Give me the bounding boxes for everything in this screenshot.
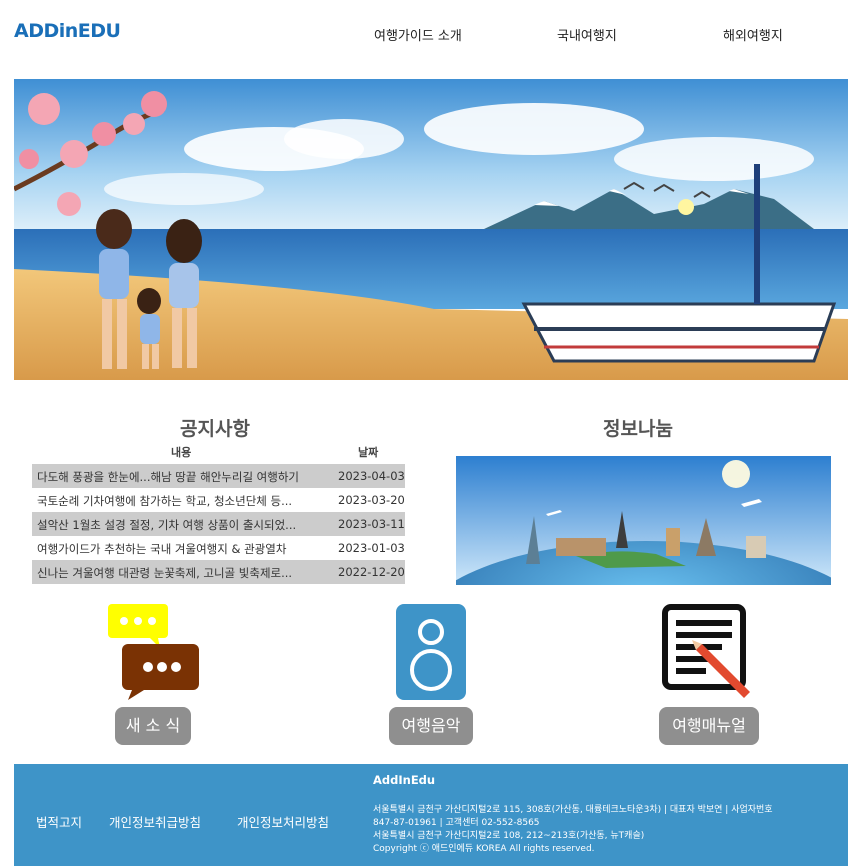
nav-item-overseas[interactable]: 해외여행지 [723,25,783,44]
notice-date: 2023-03-11 [338,517,405,531]
notice-title: 다도해 풍광을 한눈에...해남 땅끝 해안누리길 여행하기 [37,470,300,484]
nav-item-domestic[interactable]: 국내여행지 [557,25,617,44]
notice-column-content: 내용 [171,446,192,459]
notice-section-title: 공지사항 [180,418,250,440]
footer-business-info: 847-87-01961 | 고객센터 02-552-8565 [373,818,540,828]
notice-date: 2023-04-03 [338,469,405,483]
travel-music-button[interactable]: 여행음악 [389,707,473,745]
speech-bubbles-icon[interactable] [108,604,200,700]
site-header: ADDinEDU 여행가이드 소개 국내여행지 해외여행지 [0,0,854,70]
notice-title: 설악산 1월초 설경 절정, 기차 여행 상품이 출시되었... [37,518,297,532]
notice-date: 2022-12-20 [338,565,405,579]
notice-title: 신나는 겨울여행 대관령 눈꽃축제, 고니골 빛축제로... [37,566,293,580]
table-row[interactable]: 다도해 풍광을 한눈에...해남 땅끝 해안누리길 여행하기 2023-04-0… [32,464,405,488]
notice-title: 여행가이드가 추천하는 국내 겨울여행지 & 관광열차 [37,542,287,556]
footer-link-legal[interactable]: 법적고지 [36,812,82,831]
speaker-icon[interactable] [396,604,466,700]
nav-item-guide-intro[interactable]: 여행가이드 소개 [374,25,462,44]
footer-brand: AddInEdu [373,773,436,787]
notice-title: 국토순례 기차여행에 참가하는 학교, 청소년단체 등... [37,494,293,508]
footer-copyright: Copyright ⓒ 애드인에듀 KOREA All rights reser… [373,844,595,854]
travel-manual-button[interactable]: 여행매뉴얼 [659,707,759,745]
info-share-title: 정보나눔 [603,418,673,440]
logo-text: ADDinEDU [14,20,121,42]
footer-link-privacy-processing[interactable]: 개인정보처리방침 [237,812,329,831]
travel-music-button-label: 여행음악 [401,716,461,735]
notice-date: 2023-01-03 [338,541,405,555]
travel-manual-button-label: 여행매뉴얼 [672,716,746,735]
table-row[interactable]: 국토순례 기차여행에 참가하는 학교, 청소년단체 등... 2023-03-2… [32,488,405,512]
notice-date: 2023-03-20 [338,493,405,507]
news-button-label: 새 소 식 [125,716,181,735]
footer-address-2: 서울특별시 금천구 가산디지털2로 108, 212~213호(가산동, 뉴T캐… [373,831,645,841]
site-footer: 법적고지 개인정보취급방침 개인정보처리방침 AddInEdu 서울특별시 금천… [14,764,848,866]
footer-link-privacy-handling[interactable]: 개인정보취급방침 [109,812,201,831]
news-button[interactable]: 새 소 식 [115,707,191,745]
info-share-image[interactable] [456,456,831,585]
hero-banner [14,79,848,380]
site-logo[interactable]: ADDinEDU [14,20,121,42]
notice-column-date: 날짜 [358,446,379,459]
document-pen-icon[interactable] [662,604,756,700]
footer-address-1: 서울특별시 금천구 가산디지털2로 115, 308호(가산동, 대륭테크노타운… [373,805,773,815]
table-row[interactable]: 설악산 1월초 설경 절정, 기차 여행 상품이 출시되었... 2023-03… [32,512,405,536]
table-row[interactable]: 신나는 겨울여행 대관령 눈꽃축제, 고니골 빛축제로... 2022-12-2… [32,560,405,584]
world-landmarks-illustration [456,456,831,585]
table-row[interactable]: 여행가이드가 추천하는 국내 겨울여행지 & 관광열차 2023-01-03 [32,536,405,560]
hero-illustration [14,79,848,380]
